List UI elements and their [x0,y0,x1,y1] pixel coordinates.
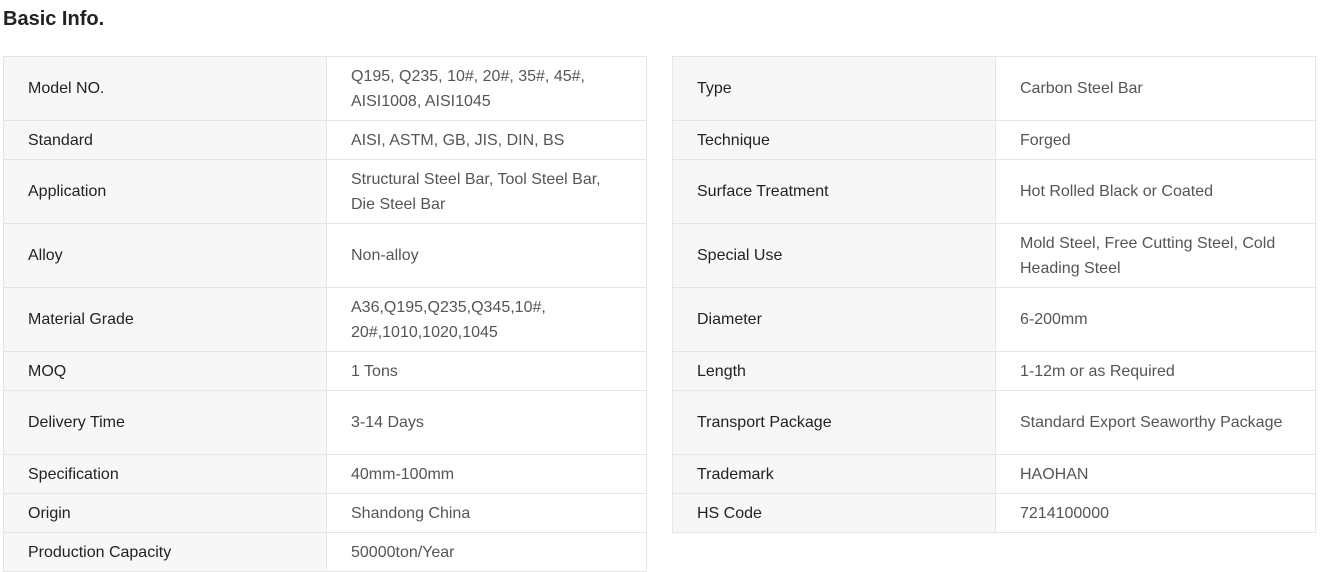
row-value: Structural Steel Bar, Tool Steel Bar, Di… [351,170,601,213]
row-key: HS Code [672,493,996,533]
row-value: Shandong China [351,504,471,522]
row-key: Trademark [672,454,996,494]
row-key: Material Grade [3,287,327,352]
row-key: Technique [672,120,996,160]
table-row: Origin Shandong China [3,493,647,533]
row-key: Length [672,351,996,391]
table-row: MOQ 1 Tons [3,351,647,391]
table-row: Diameter 6-200mm [672,287,1316,352]
row-value: 6-200mm [1020,311,1088,328]
table-row: Model NO. Q195, Q235, 10#, 20#, 35#, 45#… [3,56,647,121]
row-value: 3-14 Days [351,414,424,431]
row-key: MOQ [3,351,327,391]
basic-info-table-left: Model NO. Q195, Q235, 10#, 20#, 35#, 45#… [3,56,647,572]
row-key: Specification [3,454,327,494]
row-key: Production Capacity [3,532,327,572]
row-value: Forged [1020,131,1071,149]
table-row: Standard AISI, ASTM, GB, JIS, DIN, BS [3,120,647,160]
row-key: Delivery Time [3,390,327,455]
row-value: 7214100000 [1020,504,1109,522]
table-row: HS Code 7214100000 [672,493,1316,533]
row-key: Model NO. [3,56,327,121]
row-value: 40mm-100mm [351,465,455,483]
table-row: Length 1-12m or as Required [672,351,1316,391]
table-row: Material Grade A36,Q195,Q235,Q345,10#, 2… [3,287,647,352]
row-key: Diameter [672,287,996,352]
row-value: Mold Steel, Free Cutting Steel, Cold Hea… [1020,234,1276,277]
row-value: Hot Rolled Black or Coated [1020,183,1213,200]
basic-info-table-right: Type Carbon Steel Bar Technique Forged S… [672,56,1316,533]
row-key: Type [672,56,996,121]
row-key: Standard [3,120,327,160]
table-row: Alloy Non-alloy [3,223,647,288]
row-key: Surface Treatment [672,159,996,224]
table-row: Application Structural Steel Bar, Tool S… [3,159,647,224]
row-key: Origin [3,493,327,533]
table-row: Special Use Mold Steel, Free Cutting Ste… [672,223,1316,288]
row-key: Special Use [672,223,996,288]
row-value: 1 Tons [351,362,398,380]
row-value: 1-12m or as Required [1020,362,1175,380]
table-row: Technique Forged [672,120,1316,160]
row-value: AISI, ASTM, GB, JIS, DIN, BS [351,131,565,149]
row-key: Application [3,159,327,224]
row-value: Q195, Q235, 10#, 20#, 35#, 45#, AISI1008… [351,67,585,110]
table-row: Delivery Time 3-14 Days [3,390,647,455]
row-key: Transport Package [672,390,996,455]
row-value: HAOHAN [1020,465,1089,483]
row-key: Alloy [3,223,327,288]
table-row: Surface Treatment Hot Rolled Black or Co… [672,159,1316,224]
table-row: Trademark HAOHAN [672,454,1316,494]
row-value: Carbon Steel Bar [1020,80,1143,97]
table-row: Production Capacity 50000ton/Year [3,532,647,572]
table-row: Specification 40mm-100mm [3,454,647,494]
page-title: Basic Info. [3,8,105,30]
row-value: Non-alloy [351,247,419,264]
table-row: Transport Package Standard Export Seawor… [672,390,1316,455]
row-value: Standard Export Seaworthy Package [1020,414,1283,431]
table-row: Type Carbon Steel Bar [672,56,1316,121]
row-value: A36,Q195,Q235,Q345,10#, 20#,1010,1020,10… [351,298,546,341]
row-value: 50000ton/Year [351,543,455,561]
